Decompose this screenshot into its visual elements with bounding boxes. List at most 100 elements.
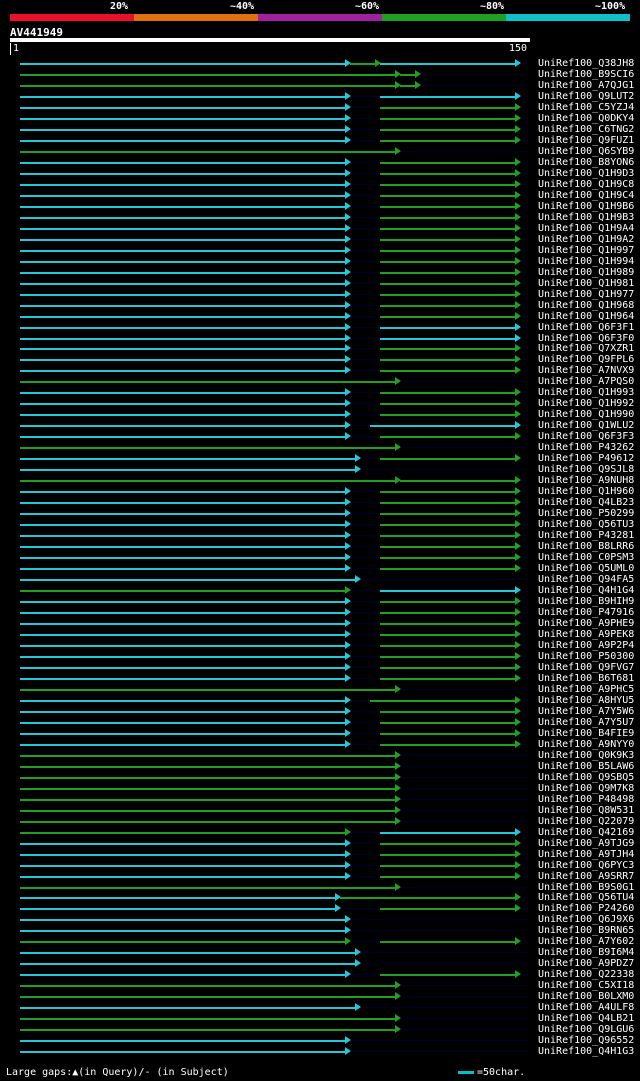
hit-link[interactable]: UniRef100_Q1H993 [538, 387, 634, 398]
hit-link[interactable]: UniRef100_Q6F3F1 [538, 322, 634, 333]
hit-row: UniRef100_A7QJG1 [0, 80, 640, 91]
hit-link[interactable]: UniRef100_Q42169 [538, 827, 634, 838]
hit-link[interactable]: UniRef100_P47916 [538, 607, 634, 618]
hit-link[interactable]: UniRef100_Q6SYB9 [538, 146, 634, 157]
hit-link[interactable]: UniRef100_A9PEK8 [538, 629, 634, 640]
hit-link[interactable]: UniRef100_P50300 [538, 651, 634, 662]
hit-arrow-icon [515, 520, 521, 529]
hit-link[interactable]: UniRef100_Q1H989 [538, 267, 634, 278]
hit-link[interactable]: UniRef100_Q1H9B6 [538, 201, 634, 212]
hit-link[interactable]: UniRef100_Q1H997 [538, 245, 634, 256]
hit-link[interactable]: UniRef100_Q9M7K8 [538, 783, 634, 794]
hit-link[interactable]: UniRef100_P43262 [538, 442, 634, 453]
hit-link[interactable]: UniRef100_A9PHE9 [538, 618, 634, 629]
hit-link[interactable]: UniRef100_Q1WLU2 [538, 420, 634, 431]
hit-link[interactable]: UniRef100_Q9SJL8 [538, 464, 634, 475]
hit-link[interactable]: UniRef100_Q4H1G3 [538, 1046, 634, 1057]
hit-link[interactable]: UniRef100_Q8W531 [538, 805, 634, 816]
hit-link[interactable]: UniRef100_Q4LB23 [538, 497, 634, 508]
hit-link[interactable]: UniRef100_A7Y5U7 [538, 717, 634, 728]
hit-link[interactable]: UniRef100_P43281 [538, 530, 634, 541]
hit-link[interactable]: UniRef100_A7QJG1 [538, 80, 634, 91]
hit-link[interactable]: UniRef100_P48498 [538, 794, 634, 805]
hit-link[interactable]: UniRef100_Q4LB21 [538, 1013, 634, 1024]
hit-link[interactable]: UniRef100_C6TNG2 [538, 124, 634, 135]
hit-link[interactable]: UniRef100_A9PDZ7 [538, 958, 634, 969]
hit-link[interactable]: UniRef100_Q6F3F3 [538, 431, 634, 442]
hit-link[interactable]: UniRef100_A9PHC5 [538, 684, 634, 695]
hit-link[interactable]: UniRef100_Q1H992 [538, 398, 634, 409]
hit-link[interactable]: UniRef100_A7PQS0 [538, 376, 634, 387]
hit-link[interactable]: UniRef100_A4ULF8 [538, 1002, 634, 1013]
hit-link[interactable]: UniRef100_Q9FUZ1 [538, 135, 634, 146]
hit-link[interactable]: UniRef100_Q9LGU6 [538, 1024, 634, 1035]
hit-link[interactable]: UniRef100_C5XI18 [538, 980, 634, 991]
hit-link[interactable]: UniRef100_Q1H990 [538, 409, 634, 420]
hit-link[interactable]: UniRef100_A9SRR7 [538, 871, 634, 882]
hit-link[interactable]: UniRef100_Q96552 [538, 1035, 634, 1046]
hit-link[interactable]: UniRef100_Q56TU3 [538, 519, 634, 530]
hit-link[interactable]: UniRef100_P24260 [538, 903, 634, 914]
hit-link[interactable]: UniRef100_B8LRR6 [538, 541, 634, 552]
hit-link[interactable]: UniRef100_B5LAW6 [538, 761, 634, 772]
hit-link[interactable]: UniRef100_Q1H977 [538, 289, 634, 300]
hit-link[interactable]: UniRef100_Q9SBQ5 [538, 772, 634, 783]
hit-link[interactable]: UniRef100_Q1H981 [538, 278, 634, 289]
hit-link[interactable]: UniRef100_Q1H960 [538, 486, 634, 497]
hit-link[interactable]: UniRef100_B0LXM0 [538, 991, 634, 1002]
hit-link[interactable]: UniRef100_C0PSM3 [538, 552, 634, 563]
hit-link[interactable]: UniRef100_Q1H9A4 [538, 223, 634, 234]
hit-arrow-icon [345, 586, 351, 595]
hit-link[interactable]: UniRef100_Q9FVG7 [538, 662, 634, 673]
hit-link[interactable]: UniRef100_B4FIE9 [538, 728, 634, 739]
hit-link[interactable]: UniRef100_A9P2P4 [538, 640, 634, 651]
hit-link[interactable]: UniRef100_Q6PYC3 [538, 860, 634, 871]
hit-link[interactable]: UniRef100_Q22338 [538, 969, 634, 980]
hit-link[interactable]: UniRef100_Q0DKY4 [538, 113, 634, 124]
hit-link[interactable]: UniRef100_A9NYY0 [538, 739, 634, 750]
hit-link[interactable]: UniRef100_B8YON6 [538, 157, 634, 168]
legend-segment [10, 14, 134, 21]
hit-arrow-icon [515, 289, 521, 298]
hit-link[interactable]: UniRef100_Q0K9K3 [538, 750, 634, 761]
hit-link[interactable]: UniRef100_Q1H9A2 [538, 234, 634, 245]
hit-link[interactable]: UniRef100_B9SCI6 [538, 69, 634, 80]
hit-link[interactable]: UniRef100_C5YZJ4 [538, 102, 634, 113]
hit-link[interactable]: UniRef100_Q6F3F0 [538, 333, 634, 344]
hit-link[interactable]: UniRef100_Q1H994 [538, 256, 634, 267]
hit-row: UniRef100_Q9SJL8 [0, 464, 640, 475]
hit-link[interactable]: UniRef100_Q4H1G4 [538, 585, 634, 596]
hit-link[interactable]: UniRef100_Q1H964 [538, 311, 634, 322]
hit-link[interactable]: UniRef100_A7Y602 [538, 936, 634, 947]
hit-link[interactable]: UniRef100_Q9LUT2 [538, 91, 634, 102]
hit-link[interactable]: UniRef100_Q1H968 [538, 300, 634, 311]
hit-link[interactable]: UniRef100_A8HYU5 [538, 695, 634, 706]
hit-segment [20, 612, 346, 614]
hit-link[interactable]: UniRef100_A7Y5W6 [538, 706, 634, 717]
hit-link[interactable]: UniRef100_Q94FA5 [538, 574, 634, 585]
hit-link[interactable]: UniRef100_A9TJG9 [538, 838, 634, 849]
hit-link[interactable]: UniRef100_B9S0G1 [538, 882, 634, 893]
hit-link[interactable]: UniRef100_Q5UML0 [538, 563, 634, 574]
hit-link[interactable]: UniRef100_A7NVX9 [538, 365, 634, 376]
hit-link[interactable]: UniRef100_Q9FPL6 [538, 354, 634, 365]
hit-link[interactable]: UniRef100_P49612 [538, 453, 634, 464]
hit-link[interactable]: UniRef100_Q1H9B3 [538, 212, 634, 223]
hit-segment [20, 622, 346, 625]
hit-link[interactable]: UniRef100_B9RN65 [538, 925, 634, 936]
hit-link[interactable]: UniRef100_Q7XZR1 [538, 343, 634, 354]
hit-link[interactable]: UniRef100_Q38JH8 [538, 58, 634, 69]
hit-link[interactable]: UniRef100_Q1H9D3 [538, 168, 634, 179]
hit-link[interactable]: UniRef100_A9TJH4 [538, 849, 634, 860]
hit-link[interactable]: UniRef100_Q6J9X6 [538, 914, 634, 925]
hit-link[interactable]: UniRef100_B9HIH9 [538, 596, 634, 607]
hit-link[interactable]: UniRef100_A9NUH8 [538, 475, 634, 486]
hit-link[interactable]: UniRef100_B9I6M4 [538, 947, 634, 958]
hit-link[interactable]: UniRef100_Q22079 [538, 816, 634, 827]
hit-link[interactable]: UniRef100_Q56TU4 [538, 892, 634, 903]
hit-link[interactable]: UniRef100_P50299 [538, 508, 634, 519]
hit-link[interactable]: UniRef100_B6T681 [538, 673, 634, 684]
hit-link[interactable]: UniRef100_Q1H9C8 [538, 179, 634, 190]
hit-link[interactable]: UniRef100_Q1H9C4 [538, 190, 634, 201]
hit-row: UniRef100_A7Y602 [0, 936, 640, 947]
